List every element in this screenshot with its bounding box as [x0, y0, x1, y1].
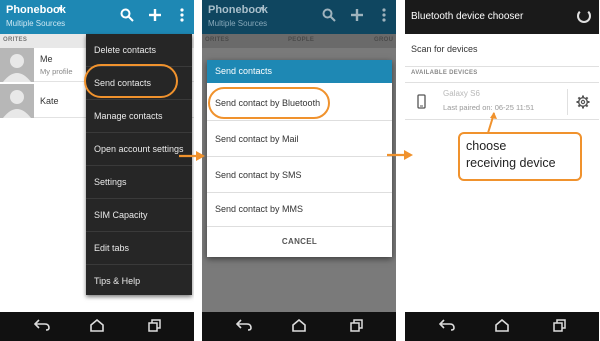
phone-screen-phonebook: Phonebook ▼ Multiple Sources ORITES Me M… — [0, 0, 194, 341]
overflow-menu-icon[interactable] — [180, 8, 184, 26]
highlight-send-contacts — [84, 64, 178, 98]
title-bar: Bluetooth device chooser — [405, 0, 599, 34]
home-icon[interactable] — [292, 318, 306, 335]
callout-pointer — [487, 112, 497, 134]
recent-apps-icon[interactable] — [148, 319, 161, 335]
menu-item-settings[interactable]: Settings — [86, 166, 192, 199]
overflow-menu-icon — [382, 8, 386, 26]
scan-for-devices-button[interactable]: Scan for devices — [411, 44, 478, 54]
app-subtitle: Multiple Sources — [6, 19, 66, 28]
plus-icon — [350, 8, 364, 26]
menu-item-open-account-settings[interactable]: Open account settings — [86, 133, 192, 166]
home-icon[interactable] — [90, 318, 104, 335]
contact-name: Me — [40, 54, 53, 64]
contact-subtitle: My profile — [40, 67, 73, 76]
menu-item-manage-contacts[interactable]: Manage contacts — [86, 100, 192, 133]
avatar — [0, 84, 34, 118]
recent-apps-icon[interactable] — [553, 319, 566, 335]
navigation-bar — [405, 312, 599, 341]
dropdown-caret-icon[interactable]: ▼ — [57, 6, 64, 13]
app-bar: Phonebook ▼ Multiple Sources — [202, 0, 396, 34]
gear-icon[interactable] — [576, 95, 590, 114]
tab-favorites: ORITES — [205, 37, 230, 43]
callout-line: choose — [466, 139, 507, 153]
app-subtitle: Multiple Sources — [208, 19, 268, 28]
tab-strip: ORITES PEOPLE GROU — [202, 34, 396, 48]
option-send-by-sms[interactable]: Send contact by SMS — [207, 157, 392, 193]
navigation-bar — [0, 312, 194, 341]
tab-favorites[interactable]: ORITES — [3, 37, 27, 43]
loading-spinner-icon — [577, 9, 591, 23]
page-title: Bluetooth device chooser — [411, 11, 524, 22]
contact-name: Kate — [40, 96, 59, 106]
divider — [405, 66, 599, 67]
option-send-by-mms[interactable]: Send contact by MMS — [207, 191, 392, 227]
plus-icon[interactable] — [148, 8, 162, 26]
search-icon — [322, 8, 336, 26]
menu-item-delete-contacts[interactable]: Delete contacts — [86, 34, 192, 67]
back-icon[interactable] — [235, 319, 252, 334]
arrow-right-icon — [387, 150, 413, 160]
arrow-right-icon — [179, 151, 205, 161]
divider — [567, 89, 568, 115]
menu-item-sim-capacity[interactable]: SIM Capacity — [86, 199, 192, 232]
tab-groups: GROU — [374, 37, 394, 43]
dropdown-caret-icon: ▼ — [259, 6, 266, 13]
tab-people: PEOPLE — [288, 37, 315, 43]
phone-icon — [417, 94, 426, 114]
back-icon[interactable] — [33, 319, 50, 334]
navigation-bar — [202, 312, 396, 341]
menu-item-edit-tabs[interactable]: Edit tabs — [86, 232, 192, 265]
dialog-title: Send contacts — [207, 60, 392, 83]
option-send-by-mail[interactable]: Send contact by Mail — [207, 121, 392, 157]
back-icon[interactable] — [438, 319, 455, 334]
home-icon[interactable] — [495, 318, 509, 335]
highlight-send-by-bluetooth — [208, 87, 330, 119]
device-last-paired: Last paired on: 06-25 11:51 — [443, 103, 535, 112]
annotation-callout: choose receiving device — [458, 132, 582, 181]
search-icon[interactable] — [120, 8, 134, 26]
callout-line: receiving device — [466, 156, 556, 170]
avatar — [0, 48, 34, 82]
device-name: Galaxy S6 — [443, 89, 480, 98]
cancel-button[interactable]: CANCEL — [207, 227, 392, 257]
phone-screen-send-contacts: Phonebook ▼ Multiple Sources ORITES PEOP… — [202, 0, 396, 341]
menu-item-tips-help[interactable]: Tips & Help — [86, 265, 192, 298]
recent-apps-icon[interactable] — [350, 319, 363, 335]
section-label: AVAILABLE DEVICES — [411, 70, 478, 76]
app-bar: Phonebook ▼ Multiple Sources — [0, 0, 194, 34]
